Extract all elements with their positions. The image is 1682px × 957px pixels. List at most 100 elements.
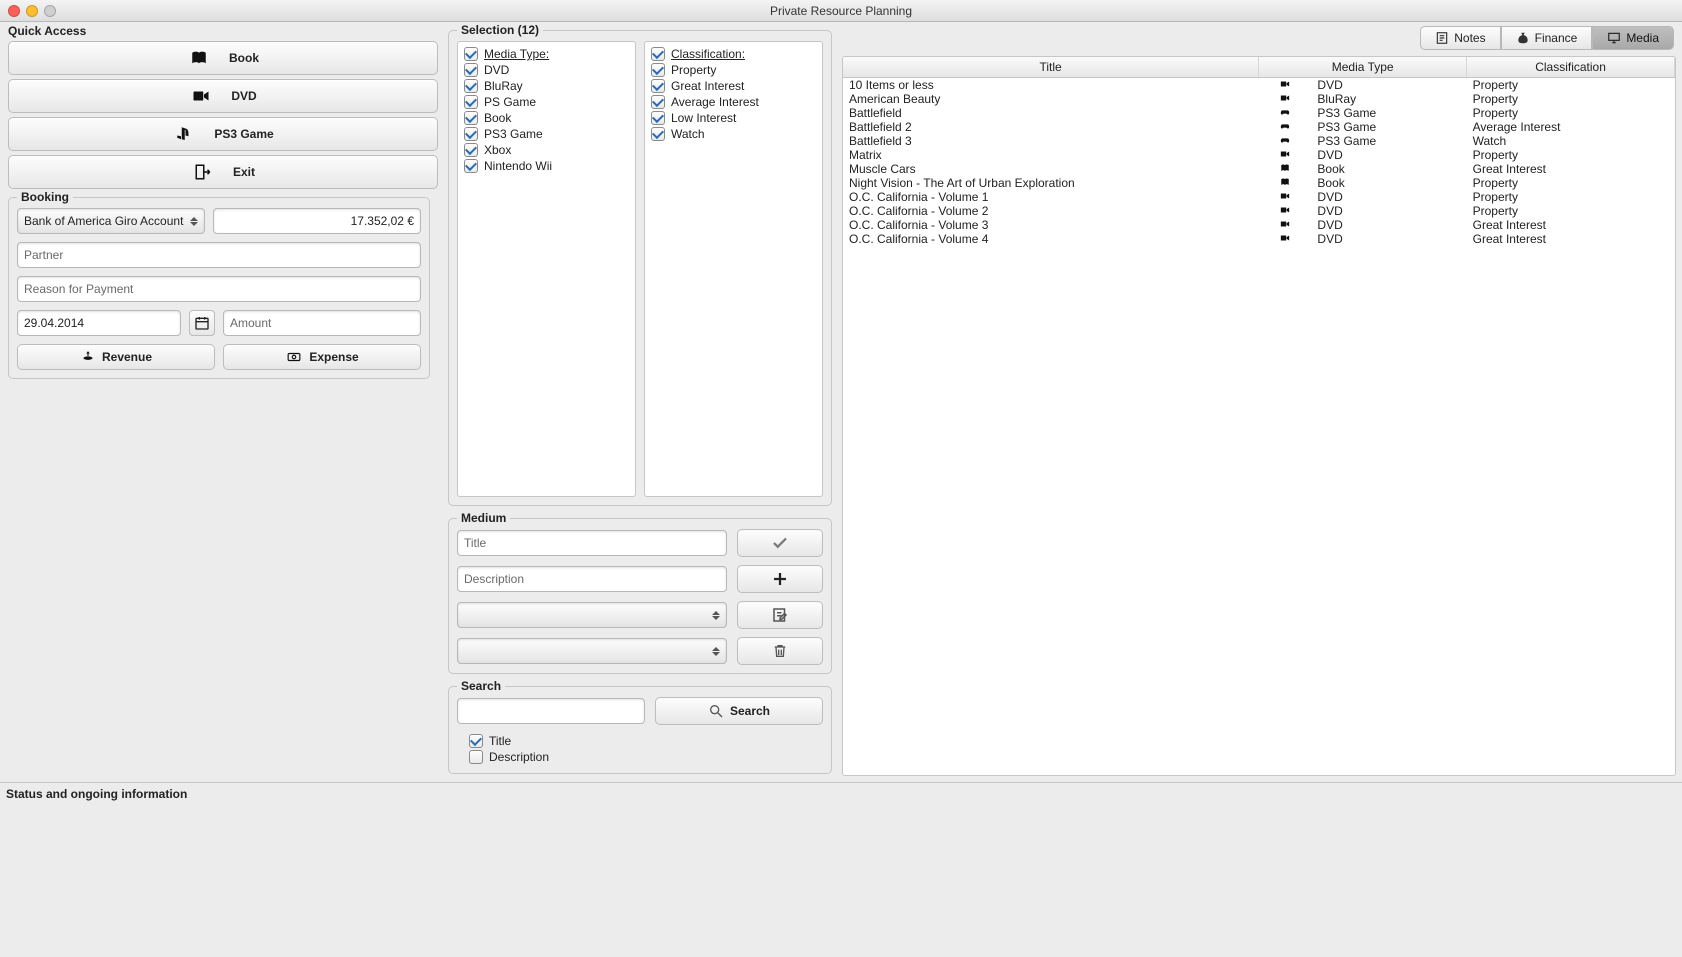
media-type-icon [1259,92,1312,106]
cell-classification: Property [1467,204,1675,218]
delete-button[interactable] [737,637,823,665]
quick-access-title: Quick Access [4,22,434,39]
classification-checkbox[interactable] [651,127,665,141]
ps3-game-button[interactable]: PS3 Game [8,117,438,151]
table-row[interactable]: American BeautyBluRayProperty [843,92,1675,106]
cell-classification: Great Interest [1467,218,1675,232]
medium-class-select[interactable] [457,638,727,664]
classification-all-checkbox[interactable] [651,47,665,61]
table-row[interactable]: O.C. California - Volume 4DVDGreat Inter… [843,232,1675,246]
classification-checkbox[interactable] [651,95,665,109]
table-row[interactable]: Battlefield 2PS3 GameAverage Interest [843,120,1675,134]
media-type-checkbox[interactable] [464,95,478,109]
medium-title-input[interactable]: Title [457,530,727,556]
media-type-checkbox[interactable] [464,111,478,125]
table-row[interactable]: O.C. California - Volume 1 DVDProperty [843,190,1675,204]
cell-title: Battlefield 3 [843,134,1259,148]
tab-finance[interactable]: Finance [1501,26,1593,50]
reason-input[interactable]: Reason for Payment [17,276,421,302]
classification-item: Great Interest [671,79,744,93]
table-header-row: Title Media Type Classification [843,57,1675,78]
chevron-updown-icon [712,647,720,656]
cell-media-type: PS3 Game [1311,134,1466,148]
expense-button-label: Expense [309,350,358,364]
window-titlebar: Private Resource Planning [0,0,1682,22]
table-row[interactable]: O.C. California - Volume 2DVDProperty [843,204,1675,218]
search-desc-checkbox[interactable] [469,750,483,764]
cell-media-type: PS3 Game [1311,120,1466,134]
exit-button[interactable]: Exit [8,155,438,189]
account-select[interactable]: Bank of America Giro Account [17,208,205,234]
note-icon [1435,31,1449,45]
book-button[interactable]: Book [8,41,438,75]
classification-checkbox[interactable] [651,79,665,93]
cell-title: Muscle Cars [843,162,1259,176]
amount-input[interactable]: Amount [223,310,421,336]
media-type-item: PS Game [484,95,536,109]
search-button[interactable]: Search [655,697,823,725]
medium-type-select[interactable] [457,602,727,628]
dvd-button-label: DVD [231,89,256,103]
media-type-icon [1259,204,1312,218]
classification-item: Low Interest [671,111,736,125]
cell-media-type: Book [1311,176,1466,190]
cell-title: Night Vision - The Art of Urban Explorat… [843,176,1259,190]
media-type-icon [1259,232,1312,246]
tab-media[interactable]: Media [1592,26,1674,50]
classification-checkbox[interactable] [651,63,665,77]
cell-classification: Property [1467,106,1675,120]
cell-title: O.C. California - Volume 1 [843,190,1259,204]
media-type-list: Media Type: DVDBluRayPS GameBookPS3 Game… [457,41,636,497]
media-type-item: BluRay [484,79,523,93]
search-desc-label: Description [489,750,549,764]
expense-button[interactable]: Expense [223,344,421,370]
dvd-button[interactable]: DVD [8,79,438,113]
cell-title: Battlefield [843,106,1259,120]
col-classification[interactable]: Classification [1467,57,1675,78]
search-title-label: Title [489,734,511,748]
col-title[interactable]: Title [843,57,1259,78]
medium-desc-input[interactable]: Description [457,566,727,592]
col-media-type[interactable]: Media Type [1259,57,1467,78]
calendar-button[interactable] [189,310,215,336]
table-row[interactable]: BattlefieldPS3 GameProperty [843,106,1675,120]
ps3-game-button-label: PS3 Game [214,127,273,141]
date-input[interactable]: 29.04.2014 [17,310,181,336]
add-button[interactable] [737,565,823,593]
cell-classification: Property [1467,148,1675,162]
confirm-button[interactable] [737,529,823,557]
media-type-item: Nintendo Wii [484,159,552,173]
table-row[interactable]: O.C. California - Volume 3DVDGreat Inter… [843,218,1675,232]
media-type-checkbox[interactable] [464,159,478,173]
media-type-checkbox[interactable] [464,79,478,93]
partner-input[interactable]: Partner [17,242,421,268]
cell-classification: Property [1467,190,1675,204]
balance-display: 17.352,02 € [213,208,421,234]
classification-list: Classification: PropertyGreat InterestAv… [644,41,823,497]
edit-button[interactable] [737,601,823,629]
media-type-checkbox[interactable] [464,143,478,157]
monitor-icon [1607,31,1621,45]
tab-notes[interactable]: Notes [1420,26,1500,50]
search-title-checkbox[interactable] [469,734,483,748]
media-type-checkbox[interactable] [464,63,478,77]
table-row[interactable]: 10 Items or lessDVDProperty [843,78,1675,93]
classification-item: Watch [671,127,705,141]
cell-media-type: DVD [1311,190,1466,204]
cell-classification: Property [1467,92,1675,106]
table-row[interactable]: Night Vision - The Art of Urban Explorat… [843,176,1675,190]
table-row[interactable]: Battlefield 3PS3 GameWatch [843,134,1675,148]
selection-title: Selection (12) [457,23,543,37]
search-title: Search [457,679,505,693]
trash-icon [772,642,788,660]
classification-checkbox[interactable] [651,111,665,125]
media-type-checkbox[interactable] [464,127,478,141]
revenue-button[interactable]: Revenue [17,344,215,370]
media-type-icon [1259,78,1312,93]
classification-header: Classification: [671,47,745,61]
media-type-all-checkbox[interactable] [464,47,478,61]
table-row[interactable]: Muscle CarsBookGreat Interest [843,162,1675,176]
search-input[interactable] [457,698,645,724]
chevron-updown-icon [190,217,198,226]
table-row[interactable]: MatrixDVDProperty [843,148,1675,162]
